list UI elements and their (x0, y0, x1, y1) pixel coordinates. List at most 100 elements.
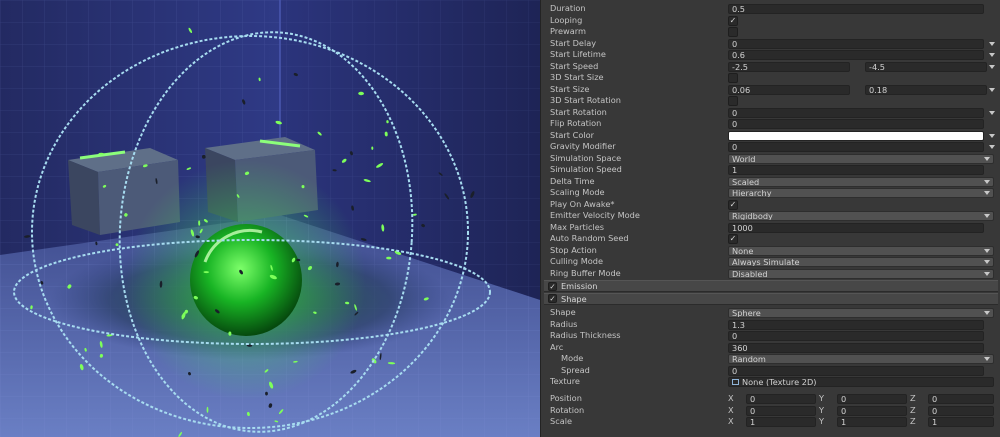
chevron-down-icon[interactable] (989, 53, 995, 57)
property-label: Shape (550, 307, 576, 317)
property-row-max-particles: Max Particles 1000 (541, 222, 1000, 234)
scale-z-field[interactable]: 1 (928, 417, 994, 427)
transform-row-position: Position X 0 Y 0 Z 0 (541, 393, 1000, 405)
culling-mode-dropdown[interactable]: Always Simulate (728, 257, 994, 267)
arc-field[interactable]: 360 (728, 342, 984, 353)
start-lifetime-field[interactable]: 0.6 (728, 50, 984, 60)
module-header-emission[interactable]: ✓ Emission (544, 280, 998, 292)
property-label: Start Rotation (550, 106, 607, 117)
property-label: Gravity Modifier (550, 141, 616, 151)
rotation-x-field[interactable]: 0 (746, 405, 816, 416)
start-delay-field[interactable]: 0 (728, 38, 984, 49)
dropdown-value: Always Simulate (732, 257, 800, 267)
z-axis-label: Z (910, 416, 916, 426)
chevron-down-icon[interactable] (989, 64, 995, 69)
scene-view[interactable] (0, 0, 540, 437)
property-row-prewarm: Prewarm (541, 26, 1000, 38)
property-label: Rotation (550, 404, 585, 415)
3d-start-size-checkbox[interactable] (728, 73, 738, 83)
radius-field[interactable]: 1.3 (728, 319, 984, 330)
y-axis-label: Y (819, 393, 825, 403)
property-label: Start Speed (550, 60, 599, 71)
module-header-shape[interactable]: ✓ Shape (544, 292, 998, 305)
property-label: Start Lifetime (550, 49, 606, 59)
dropdown-value: Sphere (732, 308, 761, 318)
delta-time-dropdown[interactable]: Scaled (728, 176, 994, 187)
looping-checkbox[interactable]: ✓ (728, 15, 738, 26)
position-y-field[interactable]: 0 (837, 394, 907, 404)
play-on-awake-checkbox[interactable]: ✓ (728, 199, 738, 210)
max-particles-field[interactable]: 1000 (728, 222, 984, 233)
position-x-field[interactable]: 0 (746, 394, 816, 404)
property-label: Looping (550, 14, 583, 25)
flip-rotation-field[interactable]: 0 (728, 119, 984, 129)
start-color-swatch[interactable] (728, 130, 984, 141)
spread-field[interactable]: 0 (728, 365, 984, 376)
transform-row-scale: Scale X 1 Y 1 Z 1 (541, 416, 1000, 428)
chevron-down-icon[interactable] (989, 145, 995, 149)
property-row-start-rotation: Start Rotation 0 (541, 107, 1000, 119)
simulation-speed-field[interactable]: 1 (728, 165, 984, 175)
chevron-down-icon[interactable] (989, 41, 995, 46)
shape-enabled-checkbox[interactable]: ✓ (548, 294, 557, 303)
property-label: Flip Rotation (550, 118, 602, 128)
property-row-scaling-mode: Scaling Mode Hierarchy (541, 187, 1000, 199)
start-size-field-max[interactable]: 0.18 (865, 84, 987, 95)
emitter-velocity-mode-dropdown[interactable]: Rigidbody (728, 211, 994, 221)
property-label: Emitter Velocity Mode (550, 210, 640, 220)
property-label: Mode (561, 353, 584, 363)
start-rotation-field[interactable]: 0 (728, 107, 984, 118)
emission-enabled-checkbox[interactable]: ✓ (548, 281, 557, 291)
ring-buffer-mode-dropdown[interactable]: Disabled (728, 268, 994, 279)
shape-dropdown[interactable]: Sphere (728, 308, 994, 318)
particle (98, 152, 104, 155)
x-axis-label: X (728, 404, 734, 415)
property-row-3d-start-size: 3D Start Size (541, 72, 1000, 84)
property-label: Max Particles (550, 221, 605, 232)
rotation-z-field[interactable]: 0 (928, 405, 994, 416)
property-label: Stop Action (550, 244, 597, 255)
chevron-down-icon[interactable] (989, 87, 995, 92)
dropdown-value: Disabled (732, 268, 768, 279)
z-axis-label: Z (910, 404, 916, 415)
scaling-mode-dropdown[interactable]: Hierarchy (728, 188, 994, 198)
chevron-down-icon[interactable] (989, 110, 995, 115)
property-row-simulation-space: Simulation Space World (541, 153, 1000, 165)
property-row-flip-rotation: Flip Rotation 0 (541, 118, 1000, 130)
start-speed-field-min[interactable]: -2.5 (728, 61, 850, 72)
transform-row-rotation: Rotation X 0 Y 0 Z 0 (541, 405, 1000, 417)
3d-start-rotation-checkbox[interactable] (728, 96, 738, 106)
dropdown-value: Scaled (732, 176, 760, 187)
gravity-modifier-field[interactable]: 0 (728, 142, 984, 152)
property-row-culling-mode: Culling Mode Always Simulate (541, 256, 1000, 268)
property-row-start-color: Start Color (541, 130, 1000, 142)
auto-random-seed-checkbox[interactable]: ✓ (728, 234, 738, 244)
chevron-down-icon (984, 357, 990, 361)
mode-dropdown[interactable]: Random (728, 354, 994, 364)
position-z-field[interactable]: 0 (928, 394, 994, 404)
property-row-arc: Arc 360 (541, 342, 1000, 354)
property-row-ring-buffer-mode: Ring Buffer Mode Disabled (541, 268, 1000, 280)
module-title: Emission (561, 281, 598, 291)
property-label: Scaling Mode (550, 187, 605, 197)
radius-thickness-field[interactable]: 0 (728, 331, 984, 341)
property-row-spread: Spread 0 (541, 365, 1000, 377)
property-row-delta-time: Delta Time Scaled (541, 176, 1000, 188)
property-label: Scale (550, 416, 573, 426)
stop-action-dropdown[interactable]: None (728, 245, 994, 256)
property-label: Radius Thickness (550, 330, 621, 340)
simulation-space-dropdown[interactable]: World (728, 153, 994, 164)
chevron-down-icon (984, 156, 990, 161)
scene-viewport[interactable] (0, 0, 540, 437)
scale-y-field[interactable]: 1 (837, 417, 907, 427)
duration-field[interactable]: 0.5 (728, 4, 984, 14)
chevron-down-icon[interactable] (989, 133, 995, 138)
property-row-start-size: Start Size 0.06 0.18 (541, 84, 1000, 96)
start-size-field-min[interactable]: 0.06 (728, 84, 850, 95)
texture-object-field[interactable]: None (Texture 2D) (728, 377, 994, 387)
rotation-y-field[interactable]: 0 (837, 405, 907, 416)
scale-x-field[interactable]: 1 (746, 417, 816, 427)
prewarm-checkbox[interactable] (728, 27, 738, 37)
property-label: 3D Start Size (550, 72, 604, 82)
start-speed-field-max[interactable]: -4.5 (865, 61, 987, 72)
